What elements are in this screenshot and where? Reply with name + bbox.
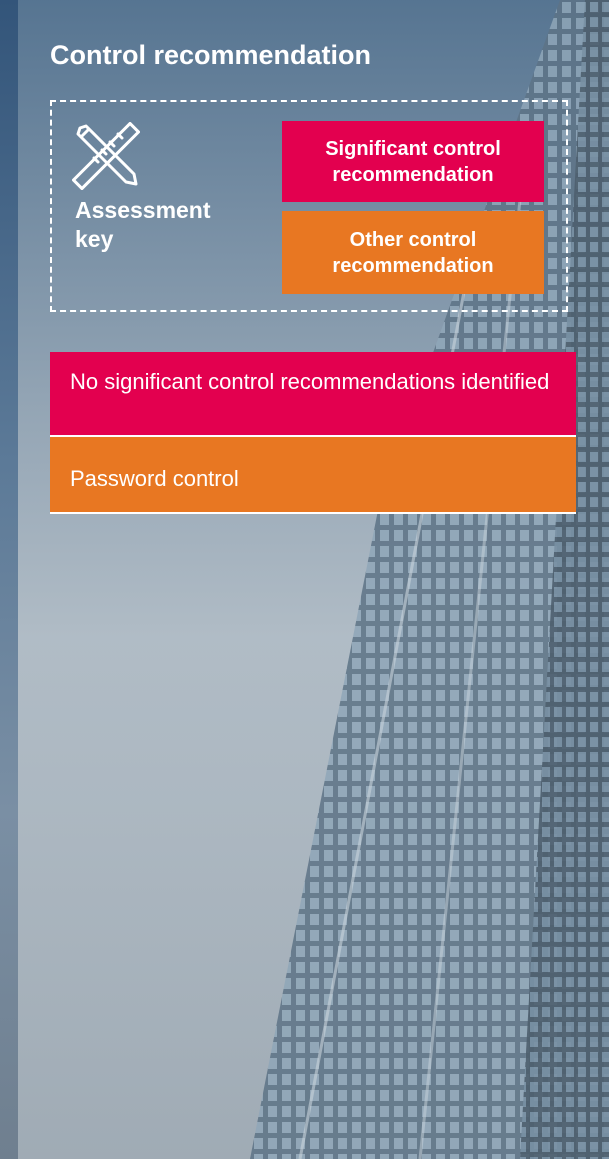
recommendation-text: Password control [70,466,239,491]
legend-significant: Significant control recommendation [282,121,544,202]
assessment-key-label: Assessment key [75,197,211,252]
legend-other: Other control recommendation [282,211,544,294]
recommendation-other: Password control [50,437,576,514]
legend-significant-label: Significant control recommendation [325,137,501,186]
recommendation-significant: No significant control recommendations i… [50,352,576,437]
recommendation-text: No significant control recommendations i… [70,369,550,394]
ruler-pencil-icon [72,122,140,190]
page-title: Control recommendation [50,40,372,70]
legend-other-label: Other control recommendation [332,228,494,277]
